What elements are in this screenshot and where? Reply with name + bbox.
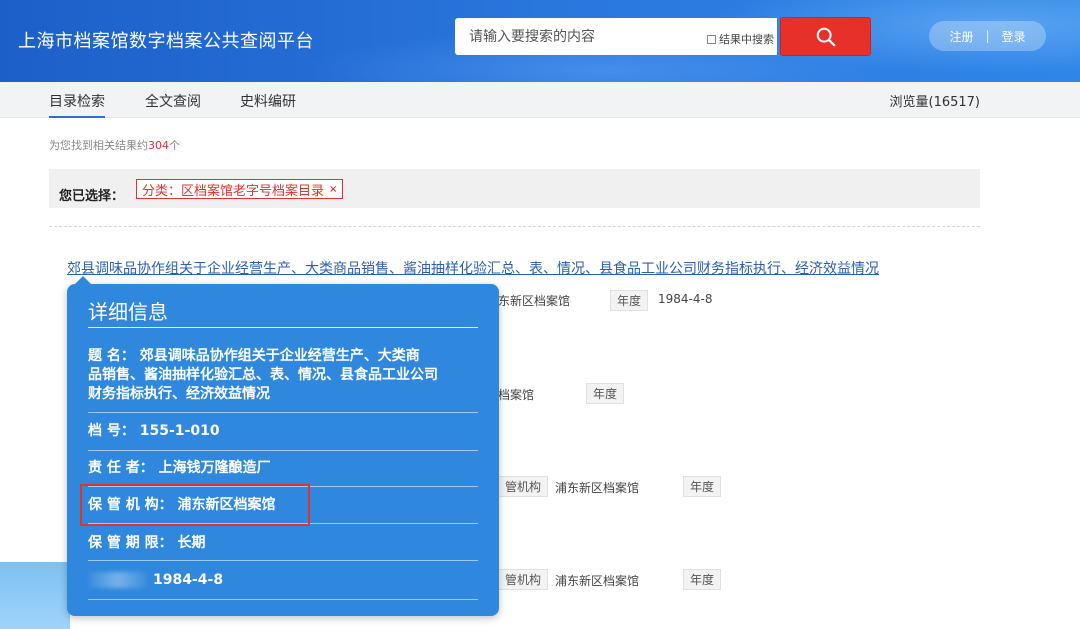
popup-divider (88, 327, 478, 328)
record-title-link[interactable]: 郊县调味品协作组关于企业经营生产、大类商品销售、酱油抽样化验汇总、表、情况、县食… (67, 258, 879, 278)
divider (49, 226, 980, 227)
record-4-custodian-tag: 管机构 (498, 569, 549, 590)
record-4-year-tag: 年度 (683, 569, 722, 590)
record-3-year-tag: 年度 (683, 476, 722, 497)
record-2-custodian: 档案馆 (498, 388, 535, 402)
popup-divider (88, 412, 478, 413)
tab-full-text[interactable]: 全文查阅 (145, 91, 201, 111)
popup-title-line-2: 品销售、酱油抽样化验汇总、表、情况、县食品工业公司 (88, 367, 438, 383)
popup-retention: 保 管 期 限： 长期 (88, 535, 206, 551)
record-2-year-tag: 年度 (586, 383, 625, 404)
popup-heading: 详细信息 (88, 300, 168, 324)
tab-catalog-search[interactable]: 目录检索 (49, 91, 105, 118)
selected-filters-bar: 您已选择： 分类：区档案馆老字号档案目录 × (49, 169, 980, 208)
popup-divider (88, 560, 478, 561)
search-input[interactable] (455, 18, 695, 55)
record-1-date: 1984-4-8 (658, 292, 713, 306)
site-title[interactable]: 上海市档案馆数字档案公共查阅平台 (18, 27, 314, 53)
auth-links: 注册 | 登录 (929, 21, 1046, 51)
record-1-custodian: 东新区档案馆 (498, 294, 571, 308)
popup-divider (88, 450, 478, 451)
selected-filters-label: 您已选择： (59, 189, 125, 204)
popup-date: 1984-4-8 (153, 572, 224, 588)
register-link[interactable]: 注册 (949, 28, 973, 45)
custodian-highlight-box (80, 484, 310, 526)
search-in-results-checkbox[interactable] (707, 34, 716, 44)
corner-decoration (0, 562, 70, 629)
filter-tag[interactable]: 分类：区档案馆老字号档案目录 × (136, 179, 344, 199)
popup-title-line-3: 财务指标执行、经济效益情况 (88, 386, 270, 402)
result-count: 为您找到相关结果约304个 (49, 137, 180, 153)
popup-responsible: 责 任 者： 上海钱万隆酿造厂 (88, 460, 271, 476)
popup-blurred-label (89, 572, 147, 588)
search-icon (816, 27, 835, 46)
result-count-number: 304 (148, 139, 169, 152)
login-link[interactable]: 登录 (1002, 28, 1026, 45)
result-count-suffix: 个 (169, 139, 180, 152)
popup-archive-number: 档 号： 155-1-010 (88, 423, 220, 439)
result-count-prefix: 为您找到相关结果约 (49, 139, 148, 152)
nav-bar: 目录检索 全文查阅 史料编研 浏览量(16517) (0, 82, 1080, 118)
search-in-results-option[interactable]: 结果中搜索 (707, 31, 774, 47)
record-4-custodian: 浦东新区档案馆 (555, 574, 640, 588)
remove-filter-icon[interactable]: × (329, 184, 337, 195)
record-3-custodian-tag: 管机构 (498, 476, 549, 497)
popup-title-line-1: 题 名： 郊县调味品协作组关于企业经营生产、大类商 (88, 348, 420, 364)
record-3-custodian: 浦东新区档案馆 (555, 481, 640, 495)
detail-popup: 详细信息 题 名： 郊县调味品协作组关于企业经营生产、大类商 品销售、酱油抽样化… (67, 276, 499, 616)
filter-tag-label: 分类：区档案馆老字号档案目录 (142, 183, 325, 199)
search-in-results-label: 结果中搜索 (719, 33, 774, 46)
record-1-year-tag: 年度 (610, 290, 649, 311)
tab-historical-compilation[interactable]: 史料编研 (240, 91, 296, 111)
auth-separator: | (985, 29, 990, 43)
search-box: 结果中搜索 (455, 18, 777, 55)
search-button[interactable] (780, 17, 871, 56)
view-count: 浏览量(16517) (889, 95, 981, 110)
popup-divider (88, 599, 478, 600)
